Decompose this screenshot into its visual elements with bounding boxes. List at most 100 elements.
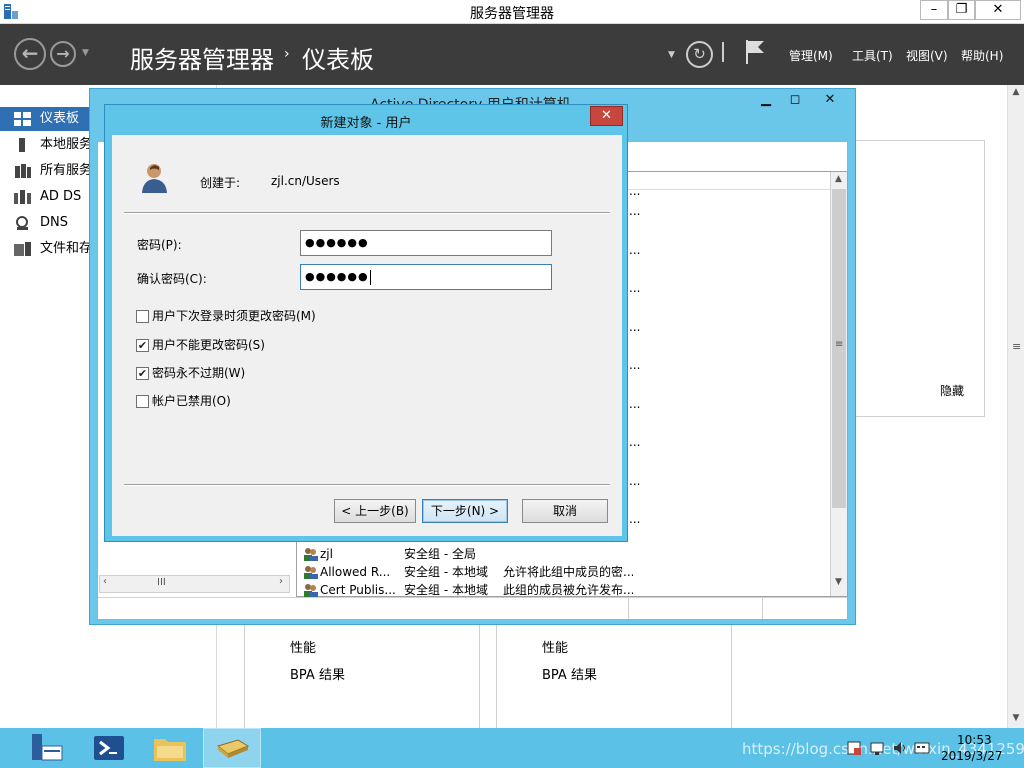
scroll-up-icon[interactable]: ▲ xyxy=(835,174,842,184)
menu-help[interactable]: 帮助(H) xyxy=(961,47,1003,64)
taskbar-server-manager[interactable] xyxy=(18,728,76,768)
status-bar xyxy=(98,597,847,619)
dialog-title: 新建对象 - 用户 xyxy=(320,116,412,131)
checkbox[interactable] xyxy=(136,310,149,323)
taskbar-aduc[interactable] xyxy=(203,728,261,768)
scroll-down-icon[interactable]: ▼ xyxy=(835,577,842,587)
list-vertical-scrollbar[interactable]: ▲ ≡ ▼ xyxy=(830,172,847,596)
truncated-desc: ... xyxy=(629,281,641,295)
action-center-icon[interactable] xyxy=(846,740,862,756)
row-type: 安全组 - 本地域 xyxy=(404,565,488,579)
password-field[interactable]: ●●●●●● xyxy=(300,230,552,256)
volume-icon[interactable] xyxy=(892,740,908,756)
role-tile xyxy=(496,624,732,728)
server-icon xyxy=(19,138,25,152)
tile-performance-label[interactable]: 性能 xyxy=(542,637,568,656)
history-dropdown-icon[interactable]: ▼ xyxy=(82,48,89,58)
minimize-button[interactable]: – xyxy=(920,0,948,20)
notifications-flag-icon[interactable] xyxy=(744,39,766,65)
created-in-value: zjl.cn/Users xyxy=(271,174,340,188)
back-button[interactable]: < 上一步(B) xyxy=(334,499,416,523)
truncated-desc: ... xyxy=(629,358,641,372)
confirm-password-label: 确认密码(C): xyxy=(137,272,207,286)
taskbar-file-explorer[interactable] xyxy=(141,728,199,768)
refresh-icon[interactable]: ↻ xyxy=(686,41,713,68)
new-user-dialog: 新建对象 - 用户 ✕ 创建于: zjl.cn/Users 密码(P): ●●●… xyxy=(104,104,628,542)
password-label: 密码(P): xyxy=(137,238,182,252)
forward-arrow-icon[interactable]: → xyxy=(50,41,76,67)
truncated-desc: ... xyxy=(629,320,641,334)
dialog-body: 创建于: zjl.cn/Users 密码(P): ●●●●●● 确认密码(C):… xyxy=(112,135,622,536)
scroll-thumb[interactable]: ≡ xyxy=(832,189,846,508)
option-label: 帐户已禁用(O) xyxy=(152,394,231,408)
sidebar-item-label: 仪表板 xyxy=(40,111,80,126)
tile-bpa-label[interactable]: BPA 结果 xyxy=(542,664,597,683)
hide-link[interactable]: 隐藏 xyxy=(940,382,964,399)
menu-tools[interactable]: 工具(T) xyxy=(852,47,893,64)
next-button[interactable]: 下一步(N) > xyxy=(422,499,508,523)
maximize-button[interactable]: ❐ xyxy=(948,0,975,20)
powershell-icon xyxy=(94,736,124,760)
truncated-desc: ... xyxy=(629,184,641,198)
close-button[interactable]: ✕ xyxy=(975,0,1021,20)
truncated-desc: ... xyxy=(629,474,641,488)
status-segment xyxy=(762,598,763,619)
status-segment xyxy=(628,598,629,619)
server-manager-titlebar: 服务器管理器 – ❐ ✕ xyxy=(0,0,1024,24)
sidebar-item-label: DNS xyxy=(40,215,68,230)
sidebar-item-label: 本地服务器 xyxy=(40,137,95,152)
sidebar-item-label: 文件和存储服务 xyxy=(40,241,95,256)
sidebar-item-dashboard[interactable]: 仪表板 xyxy=(0,107,95,131)
scroll-right-icon[interactable]: › xyxy=(279,576,283,587)
separator xyxy=(124,212,610,214)
truncated-desc: ... xyxy=(629,512,641,526)
sidebar-item-label: 所有服务器 xyxy=(40,163,95,178)
menu-manage[interactable]: 管理(M) xyxy=(789,47,833,64)
row-name: Allowed R... xyxy=(320,565,391,579)
checkbox[interactable]: ✔ xyxy=(136,339,149,352)
dns-icon xyxy=(16,216,28,230)
aduc-minimize-button[interactable]: ▁ xyxy=(751,90,781,110)
checkbox[interactable]: ✔ xyxy=(136,367,149,380)
dashboard-icon xyxy=(14,112,31,126)
header-dropdown-icon[interactable]: ▼ xyxy=(668,50,675,60)
aduc-close-button[interactable]: ✕ xyxy=(810,90,850,110)
confirm-password-field[interactable]: ●●●●●● xyxy=(300,264,552,290)
tree-horizontal-scrollbar[interactable]: ‹ III › xyxy=(99,575,290,593)
network-icon[interactable] xyxy=(870,740,886,756)
scroll-grip-icon: ≡ xyxy=(1012,340,1022,353)
sidebar-item-dns[interactable]: DNS xyxy=(0,211,95,235)
sidebar-item-file-storage[interactable]: 文件和存储服务 xyxy=(0,237,95,261)
sidebar-item-all-servers[interactable]: 所有服务器 xyxy=(0,159,95,183)
truncated-desc: ... xyxy=(629,204,641,218)
scroll-grip-icon: III xyxy=(157,577,166,588)
dialog-close-button[interactable]: ✕ xyxy=(590,106,623,126)
scroll-left-icon[interactable]: ‹ xyxy=(103,576,107,587)
cancel-button[interactable]: 取消 xyxy=(522,499,608,523)
role-tile xyxy=(244,624,480,728)
sidebar-item-local-server[interactable]: 本地服务器 xyxy=(0,133,95,157)
scroll-up-icon[interactable]: ▲ xyxy=(1008,87,1024,97)
clock-date[interactable]: 2019/3/27 xyxy=(941,749,1003,763)
created-in-label: 创建于: xyxy=(200,176,241,190)
server-manager-icon xyxy=(32,734,63,761)
option-label: 用户不能更改密码(S) xyxy=(152,338,265,352)
aduc-maximize-button[interactable]: ◻ xyxy=(782,90,808,110)
truncated-desc: ... xyxy=(629,243,641,257)
scroll-down-icon[interactable]: ▼ xyxy=(1008,713,1024,723)
sidebar-item-ad-ds[interactable]: AD DS xyxy=(0,185,95,209)
breadcrumb-root: 服务器管理器 xyxy=(130,46,274,74)
tile-bpa-label[interactable]: BPA 结果 xyxy=(290,664,345,683)
confirm-password-value: ●●●●●● xyxy=(305,270,369,283)
back-arrow-icon[interactable]: ← xyxy=(14,38,46,70)
main-scrollbar[interactable]: ▲ ≡ ▼ xyxy=(1007,85,1024,728)
menu-view[interactable]: 视图(V) xyxy=(906,47,948,64)
breadcrumb-separator: › xyxy=(284,46,290,62)
page-title: 仪表板 xyxy=(302,46,374,74)
taskbar-powershell[interactable] xyxy=(80,728,138,768)
clock-time[interactable]: 10:53 xyxy=(957,733,992,747)
input-method-icon[interactable] xyxy=(914,740,930,756)
tile-performance-label[interactable]: 性能 xyxy=(290,637,316,656)
checkbox[interactable] xyxy=(136,395,149,408)
ad-ds-icon xyxy=(14,190,31,204)
